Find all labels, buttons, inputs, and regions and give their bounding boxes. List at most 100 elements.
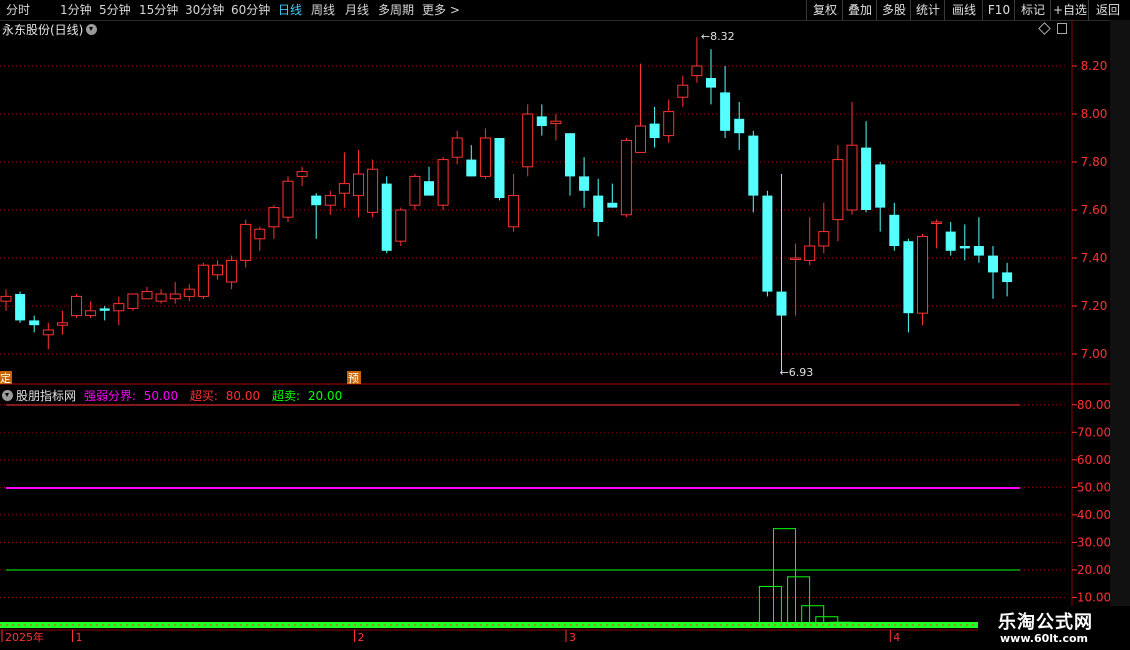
price-tick-label: 7.40	[1081, 251, 1108, 265]
candle-body-up	[832, 159, 844, 221]
candle-body-down	[1002, 272, 1013, 282]
time-tick-label: 2	[358, 631, 365, 644]
candle-body-up	[522, 113, 534, 168]
indicator-tick-label: 70.00	[1077, 425, 1111, 439]
candle-body-up	[127, 293, 139, 309]
price-tick-label: 7.80	[1081, 155, 1108, 169]
candle-body-up	[338, 183, 350, 194]
candle-body-up	[395, 209, 407, 242]
indicator-tick-label: 60.00	[1077, 453, 1111, 467]
indicator-tick-label: 10.00	[1077, 590, 1111, 604]
candle-body-up	[931, 221, 943, 224]
indicator-bars	[758, 528, 853, 626]
candle-body-up	[437, 159, 449, 206]
candle-body-down	[29, 320, 40, 326]
candle-body-down	[565, 133, 575, 177]
candle-body-down	[579, 176, 590, 191]
markers: 定 预	[0, 371, 361, 385]
candle-body-up	[197, 264, 209, 297]
price-tick-label: 8.00	[1081, 107, 1108, 121]
time-tick-label: 4	[893, 631, 900, 644]
candle-body-up	[324, 195, 336, 206]
oversold-value: 20.00	[307, 389, 343, 403]
candle-body-down	[973, 246, 984, 256]
candle-body-down	[959, 246, 970, 249]
indicator-tick-label: 40.00	[1077, 508, 1111, 522]
candle-body-up	[804, 245, 816, 261]
indicator-dropdown-icon[interactable]	[2, 390, 13, 401]
candle-body-up	[169, 293, 181, 300]
candle-body-up	[846, 144, 858, 211]
candle-body-down	[762, 195, 773, 292]
marker-mid: 预	[348, 372, 359, 385]
candle-body-up	[677, 84, 689, 98]
indicator-bar	[758, 585, 782, 626]
strong-weak-label: 强弱分界: 50.00	[84, 389, 182, 403]
candle-body-up	[155, 293, 167, 302]
indicator-tick-label: 80.00	[1077, 398, 1111, 412]
candle-body-down	[988, 255, 998, 273]
price-tick-label: 7.20	[1081, 299, 1108, 313]
candle-body-down	[734, 118, 745, 134]
extremes-labels: ←8.32 ←6.93	[701, 30, 813, 379]
baseline-bar	[0, 622, 978, 628]
candle-body-up	[620, 139, 632, 216]
watermark: 乐淘公式网 www.60lt.com	[978, 606, 1130, 650]
candle-body-up	[42, 329, 54, 336]
candle-body-down	[875, 164, 886, 208]
indicator-bar	[787, 576, 811, 626]
price-tick-label: 8.20	[1081, 59, 1108, 73]
indicator-tick-label: 20.00	[1077, 563, 1111, 577]
candle-body-down	[15, 294, 26, 321]
price-tick-label: 7.60	[1081, 203, 1108, 217]
right-side-panel[interactable]	[1110, 20, 1130, 630]
high-price-label: ←8.32	[701, 30, 735, 43]
candle-body-up	[479, 137, 491, 177]
candle-body-up	[56, 322, 68, 326]
oversold-label-text: 超卖:	[271, 389, 301, 403]
time-tick-label: 2025年	[5, 630, 44, 644]
candle-body-up	[240, 223, 252, 261]
candle-body-up	[367, 168, 379, 213]
candle-body-up	[282, 180, 294, 218]
stock-chart: 8.208.007.807.607.407.207.00 ←8.32←6.93 …	[0, 20, 1111, 644]
indicator-tick-label: 30.00	[1077, 535, 1111, 549]
low-price-label: ←6.93	[780, 366, 814, 379]
candle-body-down	[889, 214, 900, 246]
indicator-axis: 80.00 70.00 60.00 50.00 40.00 30.00 20.00 10.00	[1072, 398, 1111, 604]
time-tick-label: 1	[76, 631, 83, 644]
price-tick-label: 7.00	[1081, 347, 1108, 361]
candle-body-down	[593, 195, 604, 222]
watermark-title: 乐淘公式网	[998, 612, 1093, 633]
candle-body-down	[706, 78, 716, 88]
indicator-name[interactable]: 股朋指标网	[16, 389, 76, 403]
time-tick-label: 3	[569, 631, 576, 644]
candle-body-down	[903, 241, 914, 314]
candle-body-up	[141, 291, 153, 300]
candle-body-down	[494, 138, 505, 198]
candle-body-down	[748, 135, 759, 196]
candle-body-up	[183, 288, 195, 297]
candle-body-up	[212, 264, 223, 276]
candle-body-down	[720, 92, 731, 131]
candles	[0, 37, 1013, 371]
candle-body-up	[296, 171, 308, 177]
candle-body-up	[451, 137, 463, 158]
price-axis: 8.20 8.00 7.80 7.60 7.40 7.20 7.00	[1072, 59, 1107, 361]
candle-body-down	[649, 123, 660, 138]
indicator-title: 股朋指标网 强弱分界: 50.00 超买: 80.00 超卖: 20.00	[2, 387, 350, 404]
candle-body-up	[508, 195, 520, 228]
indicator-tick-label: 50.00	[1077, 480, 1111, 494]
candle-body-up	[226, 259, 238, 283]
candle-body-up	[254, 228, 266, 240]
candle-body-down	[536, 116, 547, 126]
candle-body-down	[311, 195, 322, 206]
strong-weak-value: 50.00	[143, 389, 179, 403]
candle-body-up	[268, 207, 280, 228]
candle-body-up	[635, 125, 646, 153]
candle-body-up	[353, 173, 364, 197]
candle-body-down	[861, 147, 872, 210]
strong-weak-label-text: 强弱分界:	[83, 389, 136, 403]
candle-body-up	[818, 231, 830, 247]
candle-body-up	[71, 295, 82, 317]
